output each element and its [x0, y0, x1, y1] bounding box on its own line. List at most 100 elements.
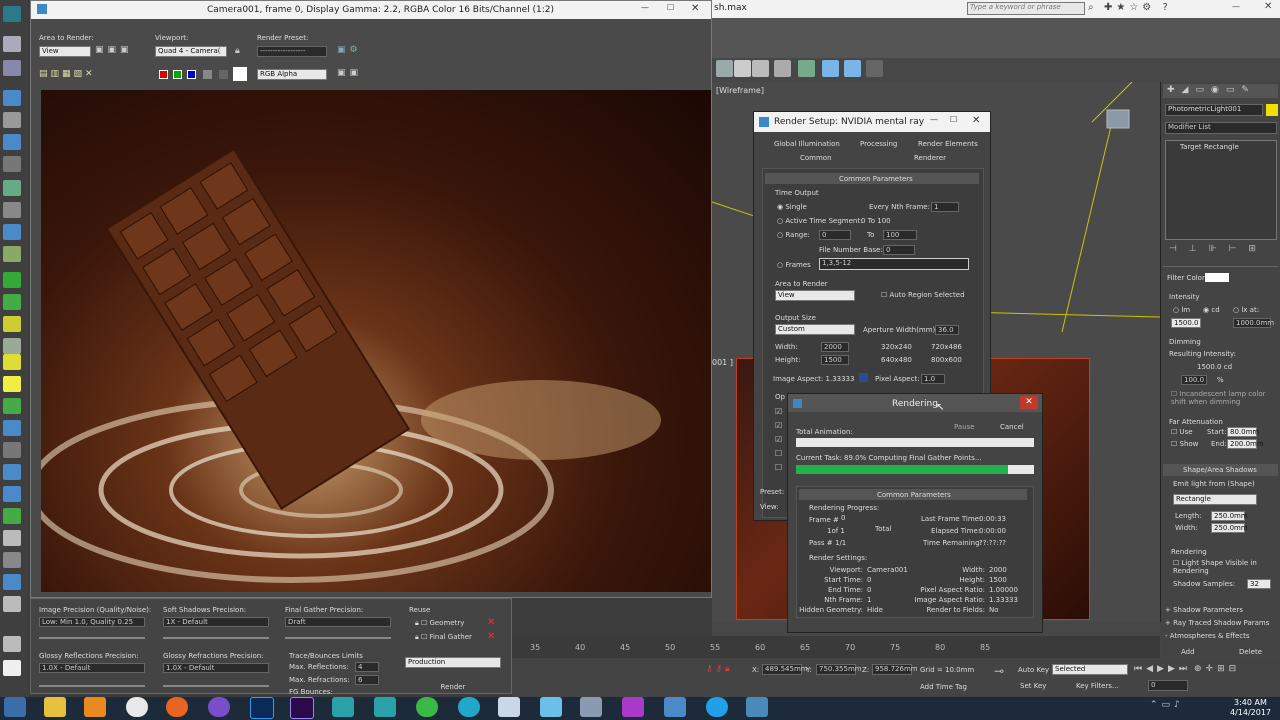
close-button[interactable]: ✕	[1264, 1, 1272, 12]
single-radio[interactable]: ◉ Single	[777, 203, 807, 211]
toolbar-icon-2[interactable]	[734, 60, 751, 77]
auto-region-check[interactable]: ☐ Auto Region Selected	[881, 291, 965, 299]
save-image-icons[interactable]: ▤▥▦▧✕	[39, 69, 96, 79]
glossy-reflections-value[interactable]: 1.0X - Default	[39, 663, 145, 673]
frame-close[interactable]: ✕	[691, 3, 699, 14]
blue-channel-toggle[interactable]	[187, 70, 196, 79]
selected-dropdown[interactable]: Selected	[1052, 664, 1128, 675]
add-button[interactable]: Add	[1181, 648, 1195, 656]
render-teapot-icon[interactable]	[866, 60, 883, 77]
start-field[interactable]: 80.0mm	[1227, 427, 1259, 437]
channel-dropdown[interactable]: RGB Alpha	[257, 69, 327, 80]
app-logo-icon[interactable]	[3, 6, 21, 22]
search-icon[interactable]: ⌕	[1088, 2, 1094, 13]
show-check[interactable]: ☐ Show	[1171, 440, 1198, 448]
tool-icon-6[interactable]	[3, 156, 21, 172]
after-effects-icon[interactable]	[290, 697, 314, 719]
nav-icons[interactable]: ⊕✛⊞⊟	[1194, 664, 1240, 674]
tool-icon-20[interactable]	[3, 464, 21, 480]
z-field[interactable]: 958.726mm	[872, 664, 918, 675]
chrome-icon[interactable]	[126, 697, 148, 717]
tool-icon-24[interactable]	[3, 552, 21, 568]
current-frame-field[interactable]: 0	[1148, 680, 1188, 691]
lx-at-radio[interactable]: ○ lx at:	[1233, 306, 1259, 314]
toolbar-icon-4[interactable]	[774, 60, 791, 77]
end-field[interactable]: 200.0mm	[1227, 439, 1264, 449]
lm-radio[interactable]: ○ lm	[1173, 306, 1190, 314]
pixel-aspect-field[interactable]: 1.0	[921, 374, 945, 384]
shape-rollout-header[interactable]: Shape/Area Shadows	[1163, 464, 1278, 476]
tool-icon-17[interactable]	[3, 398, 21, 414]
output-size-dropdown[interactable]: Custom	[775, 324, 855, 335]
frames-radio[interactable]: ○ Frames	[777, 261, 811, 269]
preset-icons[interactable]: ▣⚙	[337, 45, 362, 55]
upwork-icon[interactable]	[416, 697, 438, 717]
render-button[interactable]: Render	[405, 681, 501, 693]
delete-button[interactable]: Delete	[1239, 648, 1262, 656]
tool-icon-8[interactable]	[3, 202, 21, 218]
tool-icon-3[interactable]	[3, 90, 21, 106]
tool-icon-10[interactable]	[3, 246, 21, 262]
stack-item[interactable]: Target Rectangle	[1180, 143, 1239, 151]
x-field[interactable]: 489.545mm	[762, 664, 808, 675]
3dsmax-icon-2[interactable]	[374, 697, 396, 717]
lock-icon[interactable]: 🔒︎	[235, 46, 240, 56]
intensity-distance-field[interactable]: 1000.0mm	[1233, 318, 1274, 328]
tool-icon-15[interactable]	[3, 354, 21, 370]
viewport-dropdown[interactable]: Quad 4 - Camera(	[155, 46, 227, 57]
green-channel-toggle[interactable]	[173, 70, 182, 79]
tool-icon-18[interactable]	[3, 420, 21, 436]
tab-processing[interactable]: Processing	[860, 140, 897, 148]
alpha-channel-toggle[interactable]	[203, 70, 212, 79]
filter-color-swatch[interactable]	[1205, 273, 1229, 282]
tool-icon-13[interactable]	[3, 316, 21, 332]
tab-render-elements[interactable]: Render Elements	[918, 140, 978, 148]
red-channel-toggle[interactable]	[159, 70, 168, 79]
tool-icon-28[interactable]	[3, 660, 21, 676]
tool-icon-19[interactable]	[3, 442, 21, 458]
common-parameters-rollout[interactable]: Common Parameters	[765, 173, 979, 184]
frames-field[interactable]: 1,3,5-12	[819, 258, 969, 270]
height-field[interactable]: 1500	[821, 355, 849, 365]
render-frame-icon[interactable]	[844, 60, 861, 77]
app-w-icon[interactable]	[458, 697, 480, 717]
taskbar-date[interactable]: 4/14/2017	[1230, 708, 1271, 717]
cd-radio[interactable]: ◉ cd	[1203, 306, 1220, 314]
preset-640-button[interactable]: 640x480	[881, 356, 912, 364]
tab-global-illumination[interactable]: Global Illumination	[774, 140, 840, 148]
file-number-base-field[interactable]: 0	[883, 245, 915, 255]
soft-shadows-slider[interactable]	[163, 637, 269, 639]
shape-rollout-title[interactable]: Shape/Area Shadows	[1183, 466, 1257, 474]
final-gather-clear-icon[interactable]: ✕	[487, 631, 495, 642]
help-icons[interactable]: ✚★☆⚙ ?	[1104, 2, 1172, 13]
taskbar-time[interactable]: 3:40 AM	[1234, 698, 1267, 707]
auto-key-button[interactable]: Auto Key	[1018, 666, 1049, 674]
tool-icon-12[interactable]	[3, 294, 21, 310]
soft-shadows-value[interactable]: 1X - Default	[163, 617, 269, 627]
frame-maximize[interactable]: ☐	[667, 3, 674, 12]
tool-icon-16[interactable]	[3, 376, 21, 392]
glossy-refractions-value[interactable]: 1.0X - Default	[163, 663, 269, 673]
geometry-check[interactable]: 🔒︎ ☐ Geometry	[415, 619, 464, 628]
timeline-bar[interactable]: 35 40 45 50 55 60 65 70 75 80 85	[512, 636, 1160, 658]
incandescent-check[interactable]: ☐ Incandescent lamp color shift when dim…	[1171, 390, 1277, 406]
tool-icon-22[interactable]	[3, 508, 21, 524]
tool-icon-2[interactable]	[3, 60, 21, 76]
shape-dropdown[interactable]: Rectangle	[1173, 494, 1257, 505]
rendering-close-button[interactable]: ✕	[1020, 396, 1038, 409]
modifier-stack[interactable]: Target Rectangle	[1165, 140, 1277, 240]
minimize-button[interactable]: —	[1232, 2, 1240, 11]
pause-button[interactable]: Pause	[954, 423, 975, 431]
app-icon-4[interactable]	[622, 697, 644, 717]
tool-icon-7[interactable]	[3, 180, 21, 196]
range-radio[interactable]: ○ Range:	[777, 231, 810, 239]
render-setup-maximize[interactable]: ☐	[950, 115, 957, 124]
option-checks[interactable]: ☑ ☑ ☑ ☐ ☐	[775, 405, 782, 475]
start-icon[interactable]	[4, 697, 26, 717]
active-segment-radio[interactable]: ○ Active Time Segment:	[777, 217, 862, 225]
shadow-samples-field[interactable]: 32	[1247, 579, 1271, 589]
render-preset-dropdown[interactable]: ------------------	[257, 46, 327, 57]
toolbar-icon-5[interactable]	[798, 60, 815, 77]
playback-controls[interactable]: ⏮◀▶▶⏭	[1134, 664, 1191, 674]
final-gather-slider[interactable]	[285, 637, 391, 639]
